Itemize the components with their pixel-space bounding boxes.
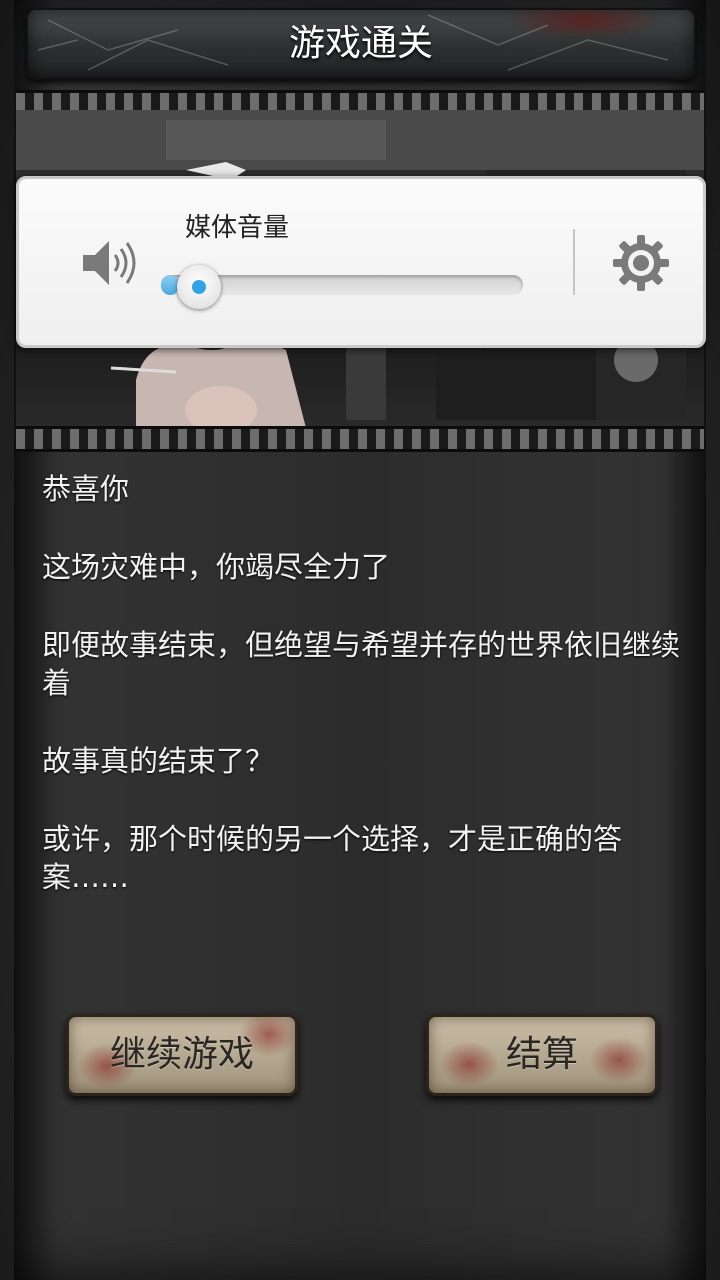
story-line: 这场灾难中，你竭尽全力了: [42, 550, 391, 584]
page-title: 游戏通关: [288, 23, 433, 64]
speaker-icon[interactable]: [77, 231, 141, 295]
volume-panel: 媒体音量: [16, 176, 706, 348]
story-line: 即便故事结束，但绝望与希望并存的世界依旧继续着: [42, 628, 681, 700]
gear-icon[interactable]: [609, 231, 673, 295]
panel-divider: [573, 229, 575, 295]
volume-slider-thumb[interactable]: [176, 265, 221, 309]
story-line: 恭喜你: [42, 472, 130, 506]
film-strip-bottom: [16, 426, 704, 452]
settle-label: 结算: [505, 1034, 578, 1075]
ending-story-text: 恭喜你 这场灾难中，你竭尽全力了 即便故事结束，但绝望与希望并存的世界依旧继续着…: [42, 470, 682, 936]
settle-button[interactable]: 结算: [426, 1014, 658, 1096]
story-line: 故事真的结束了？: [42, 744, 275, 778]
slider-thumb-dot: [191, 280, 206, 294]
title-bar: 游戏通关: [26, 8, 696, 80]
story-line: 或许，那个时候的另一个选择，才是正确的答案……: [42, 822, 623, 894]
continue-game-button[interactable]: 继续游戏: [66, 1014, 298, 1096]
continue-game-label: 继续游戏: [109, 1034, 254, 1075]
media-volume-label: 媒体音量: [185, 213, 290, 243]
